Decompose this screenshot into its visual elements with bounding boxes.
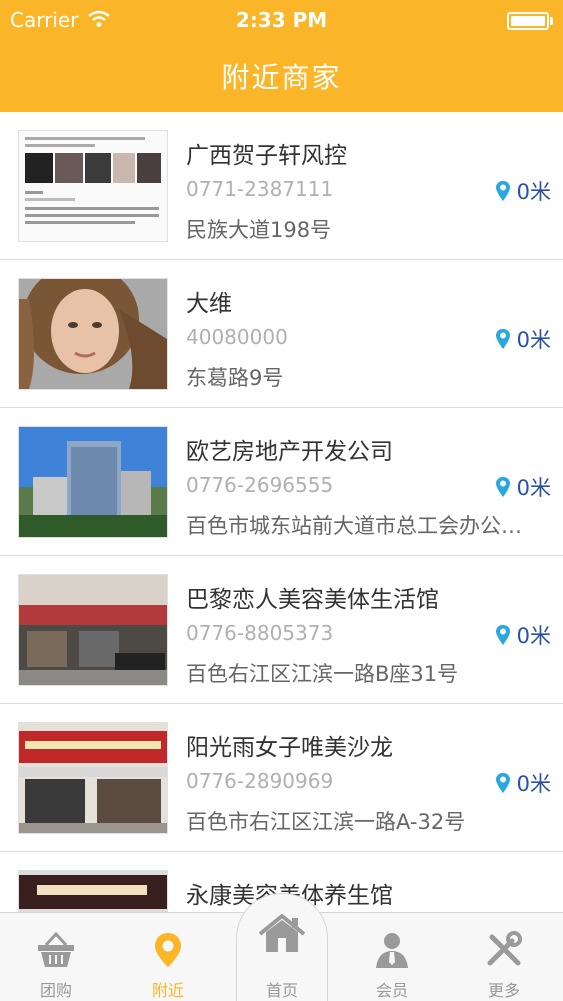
tab-member[interactable]: 会员 bbox=[336, 913, 448, 1001]
location-pin-icon bbox=[495, 625, 510, 645]
merchant-distance: 0米 bbox=[516, 328, 551, 352]
location-pin-icon bbox=[495, 477, 510, 497]
merchant-address: 百色右江区江滨一路B座31号 bbox=[186, 662, 459, 686]
storefront-image bbox=[18, 574, 168, 686]
distance-badge: 0米 bbox=[495, 768, 551, 798]
battery-icon bbox=[507, 12, 553, 30]
page-title: 附近商家 bbox=[221, 61, 342, 94]
tools-icon bbox=[487, 931, 522, 966]
merchant-address: 民族大道198号 bbox=[186, 218, 332, 242]
merchant-distance: 0米 bbox=[516, 772, 551, 796]
merchant-row[interactable]: 巴黎恋人美容美体生活馆 0776-8805373 百色右江区江滨一路B座31号 … bbox=[0, 556, 563, 704]
merchant-name: 欧艺房地产开发公司 bbox=[186, 439, 393, 465]
merchant-address: 百色市右江区江滨一路A-32号 bbox=[186, 810, 466, 834]
girl-portrait-image bbox=[18, 278, 168, 390]
tab-home[interactable]: 首页 bbox=[236, 893, 328, 1001]
merchant-row[interactable]: 大维 40080000 东葛路9号 0米 bbox=[0, 260, 563, 408]
merchant-address: 东葛路9号 bbox=[186, 366, 284, 390]
spa-storefront-image bbox=[18, 870, 168, 912]
location-pin-icon bbox=[495, 329, 510, 349]
merchant-phone[interactable]: 0776-8805373 bbox=[186, 621, 333, 645]
tab-label: 团购 bbox=[39, 981, 72, 1000]
location-pin-icon bbox=[155, 933, 181, 967]
merchant-name: 大维 bbox=[186, 291, 232, 317]
merchant-phone[interactable]: 40080000 bbox=[186, 325, 288, 349]
tab-label: 会员 bbox=[375, 981, 408, 1000]
news-article-image bbox=[18, 130, 168, 242]
distance-badge: 0米 bbox=[495, 472, 551, 502]
tab-more[interactable]: 更多 bbox=[448, 913, 560, 1001]
tab-group-buy[interactable]: 团购 bbox=[0, 913, 112, 1001]
home-icon bbox=[258, 914, 306, 952]
basket-icon bbox=[38, 931, 74, 967]
merchant-distance: 0米 bbox=[516, 624, 551, 648]
merchant-distance: 0米 bbox=[516, 180, 551, 204]
merchant-phone[interactable]: 0776-2890969 bbox=[186, 769, 333, 793]
merchant-row[interactable]: 广西贺子轩风控 0771-2387111 民族大道198号 0米 bbox=[0, 112, 563, 260]
merchant-list[interactable]: 广西贺子轩风控 0771-2387111 民族大道198号 0米 大维 4008… bbox=[0, 112, 563, 912]
member-icon bbox=[376, 933, 408, 968]
merchant-phone[interactable]: 0776-2696555 bbox=[186, 473, 333, 497]
status-time: 2:33 PM bbox=[235, 8, 328, 32]
distance-badge: 0米 bbox=[495, 324, 551, 354]
merchant-row[interactable]: 阳光雨女子唯美沙龙 0776-2890969 百色市右江区江滨一路A-32号 0… bbox=[0, 704, 563, 852]
merchant-name: 巴黎恋人美容美体生活馆 bbox=[186, 587, 439, 613]
office-building-image bbox=[18, 426, 168, 538]
salon-storefront-image bbox=[18, 722, 168, 834]
merchant-row[interactable]: 欧艺房地产开发公司 0776-2696555 百色市城东站前大道市总工会办公… … bbox=[0, 408, 563, 556]
tab-nearby[interactable]: 附近 bbox=[112, 913, 224, 1001]
merchant-distance: 0米 bbox=[516, 476, 551, 500]
tab-label: 更多 bbox=[487, 981, 520, 1000]
merchant-name: 广西贺子轩风控 bbox=[186, 143, 347, 169]
distance-badge: 0米 bbox=[495, 176, 551, 206]
merchant-name: 阳光雨女子唯美沙龙 bbox=[186, 735, 393, 761]
distance-badge: 0米 bbox=[495, 620, 551, 650]
merchant-address: 百色市城东站前大道市总工会办公… bbox=[186, 514, 522, 538]
status-bar: Carrier 2:33 PM bbox=[0, 0, 563, 38]
merchant-phone[interactable]: 0771-2387111 bbox=[186, 177, 333, 201]
tab-label: 附近 bbox=[151, 981, 184, 1000]
tab-label: 首页 bbox=[265, 981, 298, 1000]
app-header: Carrier 2:33 PM 附近商家 bbox=[0, 0, 563, 112]
location-pin-icon bbox=[495, 181, 510, 201]
location-pin-icon bbox=[495, 773, 510, 793]
